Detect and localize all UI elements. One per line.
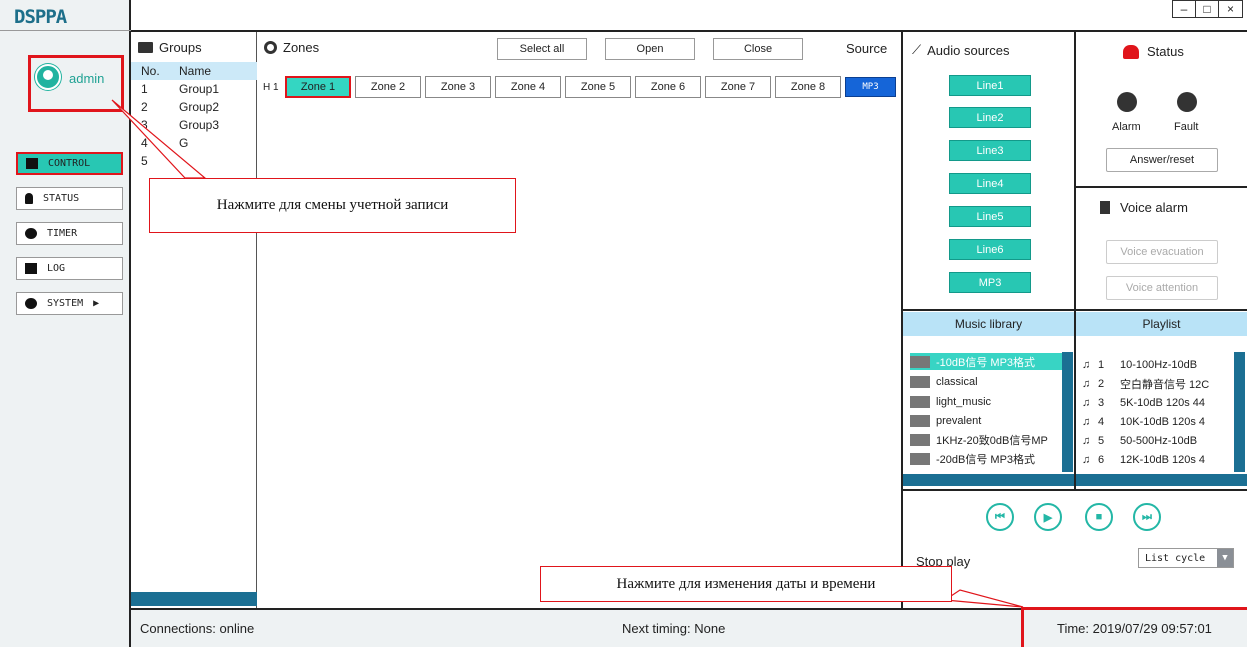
account-callout: Нажмите для смены учетной записи — [149, 178, 516, 233]
datetime-callout: Нажмите для изменения даты и времени — [540, 566, 952, 602]
callout-pointers — [111, 99, 1024, 608]
callout-pointer — [943, 589, 1024, 608]
callout-pointer — [111, 99, 207, 179]
